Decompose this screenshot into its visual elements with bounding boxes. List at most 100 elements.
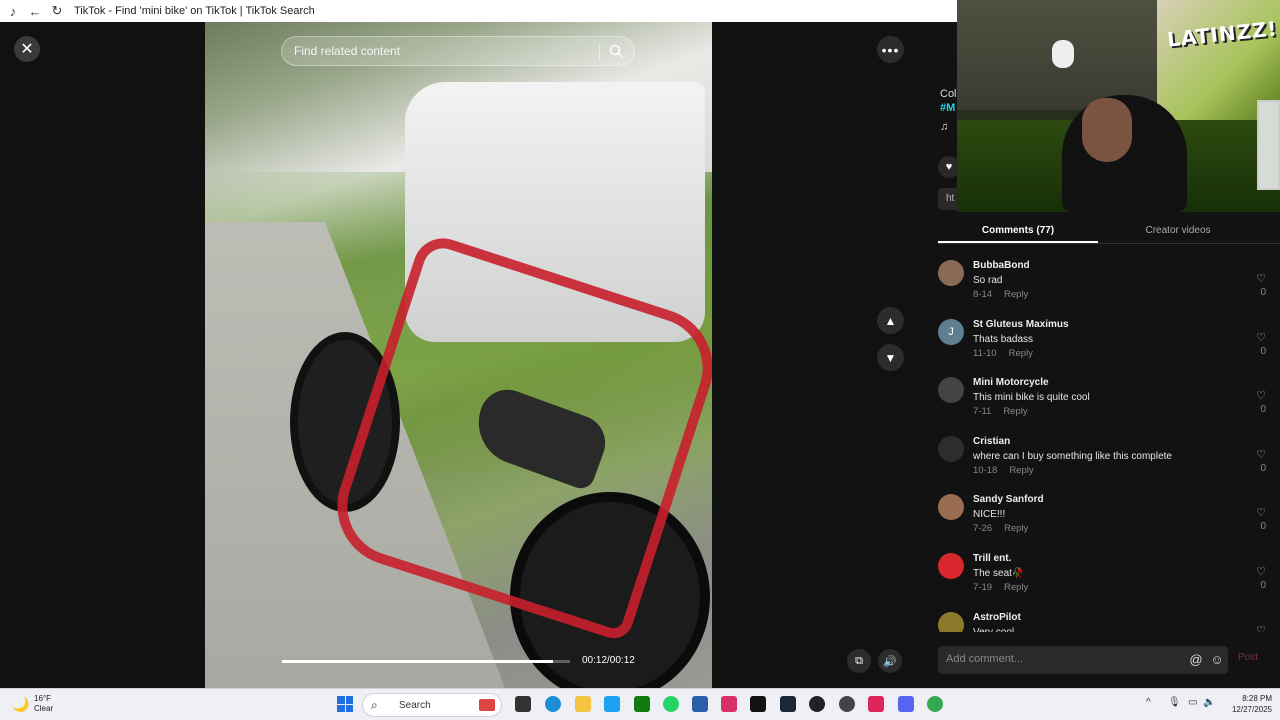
more-options-button[interactable]: •••	[877, 36, 904, 63]
instagram-icon[interactable]	[721, 696, 737, 712]
tiktok-favicon-icon: ♪	[9, 3, 17, 19]
windows-start-icon[interactable]	[337, 696, 353, 712]
taskbar-clock[interactable]: 8:28 PM 12/27/2025	[1222, 693, 1272, 715]
discord-icon[interactable]	[898, 696, 914, 712]
emoji-icon[interactable]: ☺	[1208, 650, 1226, 668]
reply-button[interactable]: Reply	[1004, 582, 1028, 593]
twitter-icon[interactable]	[604, 696, 620, 712]
comment-item: Trill ent. The seat🥀 7-19 Reply ♡ 0	[938, 551, 1278, 610]
taskbar-search[interactable]: ⌕ Search	[362, 693, 502, 717]
avatar[interactable]	[938, 260, 964, 286]
weather-temp: 16°F	[34, 694, 51, 703]
clock-time: 8:28 PM	[1242, 694, 1272, 703]
comment-text: where can I buy something like this comp…	[973, 450, 1172, 462]
comment-item: Sandy Sanford NICE!!! 7-26 Reply ♡ 0	[938, 492, 1278, 551]
weather-widget[interactable]: 🌙 16°F Clear	[12, 694, 53, 714]
post-button[interactable]: Post	[1238, 652, 1258, 663]
avatar[interactable]	[938, 377, 964, 404]
comment-author[interactable]: Mini Motorcycle	[973, 377, 1049, 388]
webcam-overlay: LATINZZ!	[957, 0, 1280, 212]
comment-text: This mini bike is quite cool	[973, 392, 1090, 404]
reply-button[interactable]: Reply	[1009, 465, 1033, 476]
steam-icon[interactable]	[780, 696, 796, 712]
comment-like-count: 0	[1260, 287, 1266, 298]
task-view-icon[interactable]	[515, 696, 531, 712]
taskbar-search-label: Search	[399, 700, 431, 711]
chrome-icon[interactable]	[927, 696, 943, 712]
picture-in-picture-button[interactable]: ⧉	[847, 649, 871, 673]
file-explorer-icon[interactable]	[575, 696, 591, 712]
reply-button[interactable]: Reply	[1003, 406, 1027, 417]
avatar[interactable]: J	[938, 318, 964, 345]
comment-like-icon[interactable]: ♡	[1254, 448, 1268, 461]
reply-button[interactable]: Reply	[1004, 289, 1028, 300]
comment-like-icon[interactable]: ♡	[1254, 624, 1268, 632]
whatsapp-icon[interactable]	[663, 696, 679, 712]
tab-comments[interactable]: Comments (77)	[938, 220, 1098, 243]
moon-icon: 🌙	[12, 695, 30, 712]
comment-text: Very cool	[973, 627, 1014, 632]
comment-like-icon[interactable]: ♡	[1254, 565, 1268, 578]
search-icon[interactable]	[608, 43, 624, 59]
store-icon[interactable]	[692, 696, 708, 712]
comment-like-icon[interactable]: ♡	[1254, 506, 1268, 519]
comment-like-count: 0	[1260, 579, 1266, 591]
comment-author[interactable]: AstroPilot	[973, 612, 1021, 623]
chevron-up-icon[interactable]: ^	[1146, 697, 1151, 708]
comment-like-count: 0	[1260, 521, 1266, 533]
comment-item: Mini Motorcycle This mini bike is quite c…	[938, 375, 1278, 434]
comment-like-icon[interactable]: ♡	[1254, 272, 1268, 285]
browser-titlebar: ♪ ← ↻ TikTok - Find 'mini bike' on TikTo…	[0, 0, 960, 22]
previous-video-button[interactable]: ▲	[877, 307, 904, 334]
avatar[interactable]	[938, 435, 964, 462]
video-progress-fill	[282, 660, 553, 663]
reply-button[interactable]: Reply	[1009, 348, 1033, 359]
comment-like-count: 0	[1260, 404, 1266, 416]
volume-button[interactable]: 🔊	[878, 649, 902, 673]
app-icon[interactable]	[839, 696, 855, 712]
speaker-icon[interactable]: 🔈	[1203, 697, 1215, 708]
back-arrow-icon[interactable]: ←	[26, 2, 44, 20]
comment-author[interactable]: Sandy Sanford	[973, 494, 1044, 505]
tiktok-icon[interactable]	[750, 696, 766, 712]
comment-date: 7-19	[973, 581, 993, 593]
next-video-button[interactable]: ▼	[877, 344, 904, 371]
comment-item: BubbaBond So rad 8-14 Reply ♡ 0	[938, 258, 1278, 317]
comment-meta: 7-26 Reply	[973, 523, 1028, 534]
edge-browser-icon[interactable]	[545, 696, 561, 712]
taskbar-search-icon: ⌕	[371, 698, 378, 712]
add-comment-input[interactable]: Add comment...	[938, 646, 1228, 674]
tiktok-studio-icon[interactable]	[868, 696, 884, 712]
search-placeholder: Find related content	[294, 44, 401, 58]
microphone-icon[interactable]: 🎙	[1168, 697, 1181, 708]
comment-like-icon[interactable]: ♡	[1254, 389, 1268, 402]
comment-meta: 8-14 Reply	[973, 289, 1028, 300]
search-input[interactable]: Find related content	[281, 36, 635, 66]
reply-button[interactable]: Reply	[1004, 523, 1028, 534]
window-title: TikTok - Find 'mini bike' on TikTok | Ti…	[74, 5, 315, 17]
tab-creator-videos[interactable]: Creator videos	[1098, 220, 1258, 243]
comment-like-icon[interactable]: ♡	[1254, 331, 1268, 344]
video-frame[interactable]	[205, 22, 712, 688]
mention-icon[interactable]: @	[1187, 650, 1205, 668]
obs-icon[interactable]	[809, 696, 825, 712]
music-peek[interactable]: ♫	[940, 121, 948, 133]
avatar[interactable]	[938, 494, 964, 521]
xbox-icon[interactable]	[634, 696, 650, 712]
network-icon[interactable]: ▭	[1188, 697, 1197, 708]
comment-meta: 10-18 Reply	[973, 465, 1034, 476]
comment-date: 10-18	[973, 464, 998, 476]
refresh-icon[interactable]: ↻	[48, 2, 66, 20]
video-progress-bar[interactable]	[282, 660, 570, 663]
comment-author[interactable]: Cristian	[973, 436, 1010, 447]
close-button[interactable]: ✕	[14, 36, 40, 62]
comment-author[interactable]: Trill ent.	[973, 553, 1011, 564]
comment-author[interactable]: St Gluteus Maximus	[973, 319, 1069, 330]
comment-like-count: 0	[1260, 462, 1266, 474]
avatar[interactable]	[938, 552, 964, 579]
avatar[interactable]	[938, 611, 964, 632]
search-divider	[599, 44, 600, 60]
comment-text: The seat🥀	[973, 567, 1025, 579]
comment-author[interactable]: BubbaBond	[973, 260, 1030, 271]
hashtag-peek[interactable]: #M	[940, 102, 955, 114]
